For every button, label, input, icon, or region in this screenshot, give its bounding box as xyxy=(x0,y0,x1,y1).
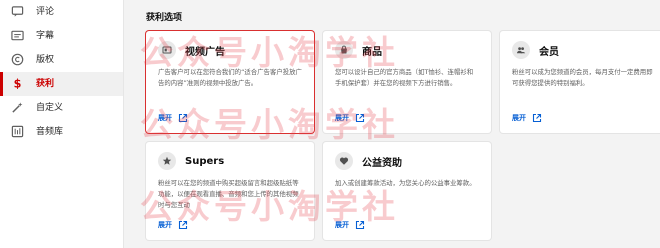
expand-link[interactable]: 展开 xyxy=(512,113,542,123)
card-header: 商品 xyxy=(335,41,382,59)
card-header: 会员 xyxy=(512,41,559,59)
card-description: 广告客户可以在您符合我们的“适合广告客户投放广告的内容”准则的视频中投放广告。 xyxy=(158,68,302,87)
shopping-bag-icon xyxy=(335,41,353,59)
expand-label: 展开 xyxy=(158,221,172,229)
expand-link[interactable]: 展开 xyxy=(158,220,188,230)
copyright-icon xyxy=(11,53,24,66)
expand-link[interactable]: 展开 xyxy=(335,113,365,123)
star-icon xyxy=(158,152,176,170)
main-content: 获利选项 视频广告 广告客户可以在您符合我们的“适合广告客户投放广告的内容”准则… xyxy=(124,0,660,248)
expand-label: 展开 xyxy=(335,221,349,229)
sidebar-item-label: 评论 xyxy=(36,7,55,17)
card-header: Supers xyxy=(158,152,224,170)
expand-link[interactable]: 展开 xyxy=(158,113,188,123)
expand-label: 展开 xyxy=(512,114,526,122)
subtitles-icon xyxy=(11,29,24,42)
sidebar-item-subtitles[interactable]: 字幕 xyxy=(0,24,123,48)
card-description: 粉丝可以在您的频道中购买超级留言和超级贴纸等功能，以便在观看直播、音频和您上传的… xyxy=(158,179,299,209)
heart-icon xyxy=(335,152,353,170)
sidebar-item-customization[interactable]: 自定义 xyxy=(0,96,123,120)
sidebar-nav: 评论 字幕 版权 $ 获利 自定义 音频库 xyxy=(0,0,124,248)
sidebar-item-label: 自定义 xyxy=(36,103,64,113)
expand-link[interactable]: 展开 xyxy=(335,220,365,230)
sidebar-item-label: 音频库 xyxy=(36,127,64,137)
members-icon xyxy=(512,41,530,59)
card-giving[interactable]: 公益资助 加入或创建筹款活动，为您关心的公益事业筹款。 展开 xyxy=(323,142,491,240)
card-title: Supers xyxy=(185,155,225,167)
section-title: 获利选项 xyxy=(146,13,183,23)
card-header: 公益资助 xyxy=(335,152,402,170)
external-link-icon xyxy=(355,113,365,123)
card-merch[interactable]: 商品 您可以设计自己的官方商品（如T恤衫、连帽衫和手机保护套）并在您的视频下方进… xyxy=(323,31,491,133)
external-link-icon xyxy=(532,113,542,123)
card-ads[interactable]: 视频广告 广告客户可以在您符合我们的“适合广告客户投放广告的内容”准则的视频中投… xyxy=(146,31,314,133)
card-members[interactable]: 会员 粉丝可以成为您频道的会员，每月支付一定费用即可获得您提供的特别福利。 展开 xyxy=(500,31,660,133)
expand-label: 展开 xyxy=(158,114,172,122)
audio-library-icon xyxy=(11,125,24,138)
sidebar-item-label: 版权 xyxy=(36,55,55,65)
external-link-icon xyxy=(178,220,188,230)
card-header: 视频广告 xyxy=(158,41,225,59)
card-title: 商品 xyxy=(362,46,382,58)
magic-wand-icon xyxy=(11,101,24,114)
dollar-icon: $ xyxy=(11,77,24,90)
external-link-icon xyxy=(178,113,188,123)
svg-text:$: $ xyxy=(14,78,22,90)
sidebar-item-copyright[interactable]: 版权 xyxy=(0,48,123,72)
card-title: 公益资助 xyxy=(362,157,402,169)
card-supers[interactable]: Supers 粉丝可以在您的频道中购买超级留言和超级贴纸等功能，以便在观看直播、… xyxy=(146,142,314,240)
expand-label: 展开 xyxy=(335,114,349,122)
sidebar-item-label: 获利 xyxy=(36,79,55,89)
card-title: 会员 xyxy=(539,46,559,58)
card-description: 您可以设计自己的官方商品（如T恤衫、连帽衫和手机保护套）并在您的视频下方进行销售… xyxy=(335,68,474,87)
ad-icon xyxy=(158,41,176,59)
sidebar-item-comments[interactable]: 评论 xyxy=(0,0,123,24)
sidebar-item-audio[interactable]: 音频库 xyxy=(0,120,123,144)
sidebar-item-label: 字幕 xyxy=(36,31,55,41)
card-title: 视频广告 xyxy=(185,46,225,58)
comment-icon xyxy=(11,5,24,18)
card-description: 粉丝可以成为您频道的会员，每月支付一定费用即可获得您提供的特别福利。 xyxy=(512,68,653,87)
external-link-icon xyxy=(355,220,365,230)
card-description: 加入或创建筹款活动，为您关心的公益事业筹款。 xyxy=(335,179,476,187)
sidebar-item-monetization[interactable]: $ 获利 xyxy=(0,72,123,96)
